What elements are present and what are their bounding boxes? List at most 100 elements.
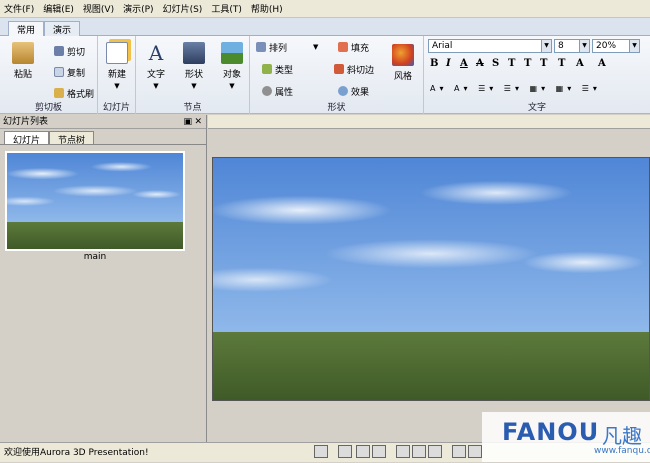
cut-label: 剪切 (67, 47, 86, 58)
palette-icon (392, 44, 414, 66)
text-node-button[interactable]: A 文字 ▼ (142, 42, 170, 90)
effect-button[interactable]: 效果 (338, 84, 369, 98)
new-slide-icon (106, 42, 128, 64)
new-slide-button[interactable]: 新建 ▼ (102, 42, 132, 90)
float-icon[interactable]: ▣ (183, 115, 192, 129)
panel-title-bar: 幻灯片列表 ▣ ✕ (0, 115, 206, 129)
dropdown-arrow-icon: ▼ (629, 40, 639, 52)
slide-grass (213, 332, 649, 400)
paste-button[interactable]: 粘贴 (8, 42, 38, 80)
copy-button[interactable]: 复制 (54, 65, 85, 79)
font-size-value: 8 (558, 41, 564, 51)
ribbon: 粘贴 剪切 复制 格式刷 剪切板 新建 ▼ 幻灯片 A 文字 ▼ 形状 ▼ 对象… (0, 36, 650, 114)
dropdown-arrow-icon: ▼ (153, 82, 159, 90)
dropdown-arrow-icon: ▼ (541, 40, 551, 52)
effect-icon (338, 86, 348, 96)
underline-icon[interactable]: A (460, 58, 468, 69)
format-painter-label: 格式刷 (67, 89, 95, 100)
fill-label: 填充 (351, 43, 370, 54)
align-icon-1[interactable] (396, 445, 410, 458)
scissors-icon (54, 46, 64, 56)
slide-canvas[interactable] (212, 157, 650, 401)
text-box-icon[interactable]: T (540, 58, 547, 69)
stop-icon[interactable] (372, 445, 386, 458)
arrange-icon (256, 42, 266, 52)
paragraph-tools-icon[interactable]: A▾ A▾ ☰▾ ☰▾ ▦▾ ▦▾ ☰▾ (430, 84, 601, 93)
arrange-label: 排列 (269, 43, 288, 54)
group-label-clipboard: 剪切板 (34, 103, 62, 113)
shape-node-label: 形状 (184, 70, 203, 80)
format-painter-button[interactable]: 格式刷 (54, 86, 94, 100)
group-shapes: 排列 ▼ 类型 属性 填充 斜切边 效果 风格 形状 (250, 36, 424, 114)
dropdown-arrow-icon: ▼ (191, 82, 197, 90)
menu-tools[interactable]: 工具(T) (211, 2, 242, 15)
italic-icon[interactable]: I (446, 58, 451, 69)
brush-icon (54, 88, 64, 98)
group-text: Arial ▼ 8 ▼ 20% ▼ B I A A S T T T T A A A▾ … (424, 36, 650, 114)
group-slides: 新建 ▼ 幻灯片 (98, 36, 136, 114)
group-label-text: 文字 (527, 103, 546, 113)
menu-edit[interactable]: 编辑(E) (43, 2, 74, 15)
type-label: 类型 (275, 65, 294, 76)
text-a-icon: A (148, 41, 164, 65)
menu-file[interactable]: 文件(F) (4, 2, 34, 15)
align-icon-3[interactable] (428, 445, 442, 458)
dropdown-arrow-icon: ▼ (114, 82, 120, 90)
object-image-icon (221, 42, 243, 64)
shadow-s-icon[interactable]: S (492, 58, 499, 69)
strikethrough-icon[interactable]: A (476, 58, 484, 69)
panel-title: 幻灯片列表 (3, 117, 49, 127)
align-icon-5[interactable] (468, 445, 482, 458)
menu-help[interactable]: 帮助(H) (251, 2, 283, 15)
group-label-slides: 幻灯片 (102, 103, 130, 113)
fill-icon (338, 42, 348, 52)
fill-button[interactable]: 填充 (338, 40, 369, 54)
status-button-1[interactable] (314, 445, 328, 458)
tab-node-tree[interactable]: 节点树 (49, 131, 95, 146)
thumb-sky (7, 153, 183, 223)
menu-slides[interactable]: 幻灯片(S) (163, 2, 203, 15)
play-icon[interactable] (356, 445, 370, 458)
text-color2-a-icon[interactable]: A (598, 58, 606, 69)
text-color-a-icon[interactable]: A (576, 58, 584, 69)
menu-view[interactable]: 视图(V) (83, 2, 114, 15)
ribbon-tabs: 常用 演示 (0, 18, 650, 37)
tab-present[interactable]: 演示 (44, 21, 81, 36)
slide-sky (213, 158, 649, 333)
close-icon[interactable]: ✕ (194, 115, 202, 129)
align-icon-2[interactable] (412, 445, 426, 458)
object-node-button[interactable]: 对象 ▼ (218, 42, 246, 90)
text-node-label: 文字 (146, 70, 165, 80)
bevel-icon (334, 64, 344, 74)
dropdown-arrow-icon: ▼ (579, 40, 589, 52)
status-button-2[interactable] (338, 445, 352, 458)
effect-label: 效果 (351, 87, 370, 98)
text-outline-icon[interactable]: T (524, 58, 531, 69)
style-button[interactable]: 风格 (388, 44, 418, 82)
bold-icon[interactable]: B (430, 58, 438, 69)
text-effect-icon[interactable]: T (558, 58, 565, 69)
font-size-select[interactable]: 8 ▼ (554, 39, 590, 53)
type-button[interactable]: 类型 (262, 62, 293, 76)
bevel-button[interactable]: 斜切边 (334, 62, 374, 76)
property-button[interactable]: 属性 (262, 84, 293, 98)
slide-thumbnail[interactable] (5, 151, 185, 251)
slide-list-panel: 幻灯片列表 ▣ ✕ 幻灯片 节点树 main (0, 115, 207, 442)
object-node-label: 对象 (222, 70, 241, 80)
shape-node-button[interactable]: 形状 ▼ (180, 42, 208, 90)
arrange-button[interactable]: 排列 ▼ (256, 40, 318, 54)
copy-label: 复制 (67, 68, 86, 79)
dropdown-arrow-icon: ▼ (313, 43, 319, 51)
font-family-value: Arial (432, 41, 453, 51)
type-icon (262, 64, 272, 74)
watermark-brand: FANOU (502, 418, 600, 446)
font-family-select[interactable]: Arial ▼ (428, 39, 552, 53)
tab-slides[interactable]: 幻灯片 (4, 131, 50, 146)
cut-button[interactable]: 剪切 (54, 44, 85, 58)
menu-present[interactable]: 演示(P) (123, 2, 153, 15)
text-t-icon[interactable]: T (508, 58, 515, 69)
zoom-select[interactable]: 20% ▼ (592, 39, 640, 53)
editing-area (208, 115, 650, 442)
align-icon-4[interactable] (452, 445, 466, 458)
tab-common[interactable]: 常用 (8, 21, 45, 37)
